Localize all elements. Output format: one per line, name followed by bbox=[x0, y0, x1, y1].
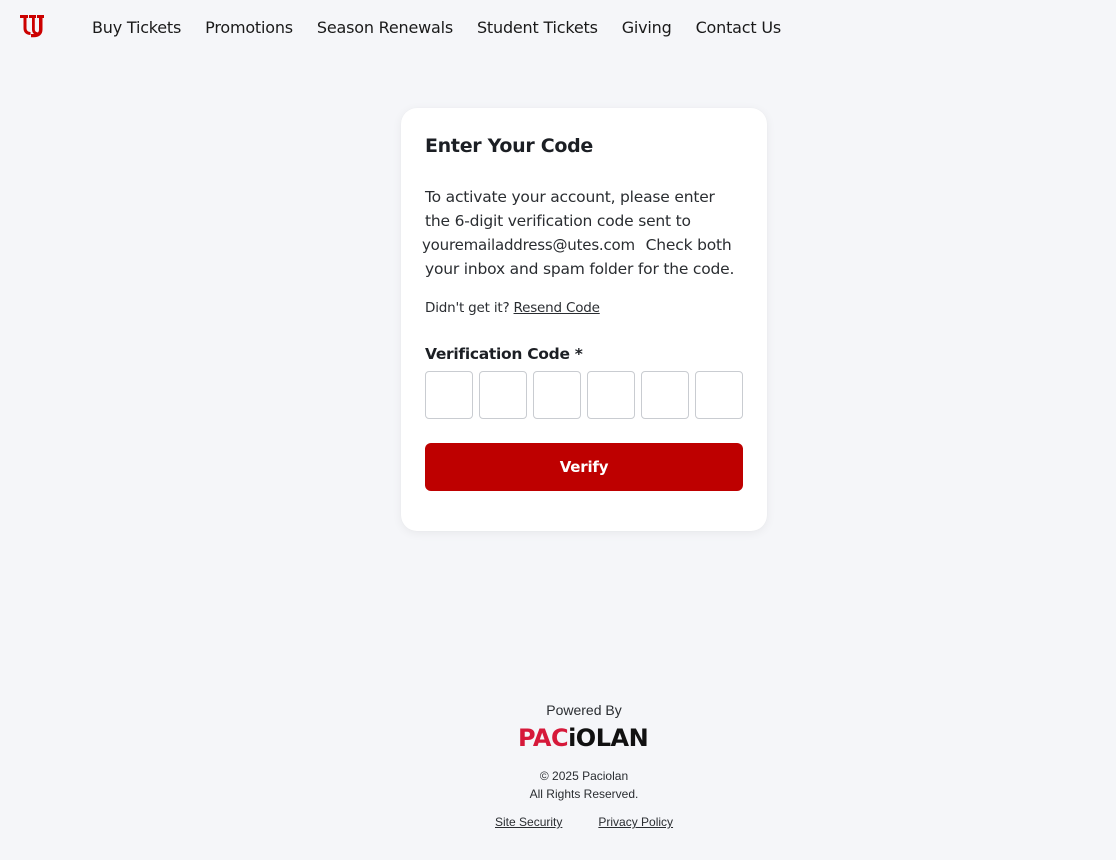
resend-row: Didn't get it? Resend Code bbox=[425, 299, 600, 317]
description-text-1: To activate your account, please enter t… bbox=[425, 188, 715, 230]
brand-part-1: PAC bbox=[518, 724, 569, 752]
nav-student-tickets[interactable]: Student Tickets bbox=[465, 17, 610, 39]
verification-code-label: Verification Code * bbox=[425, 345, 583, 363]
code-digit-2[interactable] bbox=[479, 371, 527, 419]
privacy-policy-link[interactable]: Privacy Policy bbox=[598, 815, 673, 829]
code-digit-6[interactable] bbox=[695, 371, 743, 419]
verify-button[interactable]: Verify bbox=[425, 443, 743, 491]
copyright: © 2025 Paciolan All Rights Reserved. bbox=[0, 767, 1116, 803]
verification-code-inputs bbox=[425, 371, 743, 419]
resend-code-link[interactable]: Resend Code bbox=[514, 300, 600, 316]
paciolan-logo[interactable]: PACiOLAN bbox=[518, 726, 650, 750]
verification-card: Enter Your Code To activate your account… bbox=[401, 108, 767, 531]
email-address: youremailaddress@utes.com bbox=[422, 236, 635, 254]
utah-u-logo-icon[interactable] bbox=[19, 14, 45, 38]
powered-by-text: Powered By bbox=[546, 702, 622, 718]
nav-buy-tickets[interactable]: Buy Tickets bbox=[80, 17, 193, 39]
code-digit-4[interactable] bbox=[587, 371, 635, 419]
code-digit-1[interactable] bbox=[425, 371, 473, 419]
code-digit-5[interactable] bbox=[641, 371, 689, 419]
nav-season-renewals[interactable]: Season Renewals bbox=[305, 17, 465, 39]
main-nav: Buy Tickets Promotions Season Renewals S… bbox=[80, 17, 793, 39]
nav-promotions[interactable]: Promotions bbox=[193, 17, 305, 39]
card-title: Enter Your Code bbox=[425, 135, 594, 157]
code-digit-3[interactable] bbox=[533, 371, 581, 419]
nav-giving[interactable]: Giving bbox=[610, 17, 684, 39]
card-description: To activate your account, please enter t… bbox=[422, 185, 735, 281]
nav-contact-us[interactable]: Contact Us bbox=[684, 17, 793, 39]
site-security-link[interactable]: Site Security bbox=[495, 815, 562, 829]
top-navigation: Buy Tickets Promotions Season Renewals S… bbox=[0, 0, 1116, 56]
resend-prompt: Didn't get it? bbox=[425, 300, 510, 316]
copyright-line-1: © 2025 Paciolan bbox=[539, 769, 629, 783]
brand-part-2: iOLAN bbox=[568, 724, 649, 752]
footer-links: Site Security Privacy Policy bbox=[495, 815, 673, 829]
copyright-line-2: All Rights Reserved. bbox=[529, 787, 639, 801]
